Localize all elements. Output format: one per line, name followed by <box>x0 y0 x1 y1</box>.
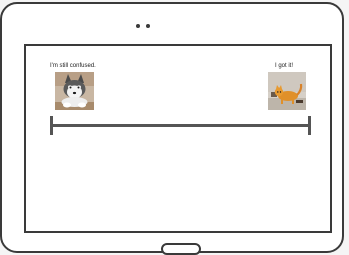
orange-cat-photo <box>268 72 306 110</box>
right-caption: I got it! <box>275 63 294 69</box>
home-button[interactable] <box>161 243 201 255</box>
camera-dot-left <box>136 24 140 28</box>
husky-puppy-icon <box>55 72 94 110</box>
scale-right-end <box>308 116 311 135</box>
left-caption: I'm still confused. <box>50 63 96 69</box>
scale-left-end <box>50 116 53 135</box>
understanding-scale-line <box>50 124 311 127</box>
orange-cat-icon <box>268 72 306 110</box>
husky-puppy-photo <box>55 72 94 110</box>
camera-dot-right <box>146 24 150 28</box>
